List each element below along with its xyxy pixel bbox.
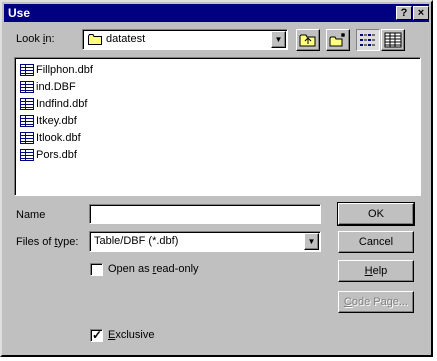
table-file-icon bbox=[20, 98, 34, 111]
file-list[interactable]: Fillphon.dbf ind.DBF Indfind.dbf Itkey.d… bbox=[14, 57, 421, 196]
list-item[interactable]: Indfind.dbf bbox=[20, 96, 87, 112]
table-file-icon bbox=[20, 149, 34, 162]
list-item[interactable]: Itlook.dbf bbox=[20, 130, 81, 146]
list-item[interactable]: Fillphon.dbf bbox=[20, 62, 93, 78]
name-input[interactable] bbox=[89, 204, 321, 224]
list-view-icon bbox=[360, 34, 375, 46]
list-view-button[interactable] bbox=[356, 29, 380, 51]
lookin-value: datatest bbox=[106, 33, 146, 45]
table-file-icon bbox=[20, 132, 34, 145]
close-title-button[interactable]: × bbox=[413, 6, 429, 20]
new-folder-icon bbox=[329, 33, 345, 47]
details-view-icon bbox=[384, 32, 402, 48]
up-folder-icon bbox=[299, 34, 316, 47]
filetype-label: Files of type: bbox=[16, 236, 79, 248]
readonly-checkbox[interactable] bbox=[90, 263, 103, 276]
cancel-button[interactable]: Cancel bbox=[338, 231, 414, 253]
list-item[interactable]: Itkey.dbf bbox=[20, 113, 77, 129]
exclusive-checkbox[interactable] bbox=[90, 328, 103, 342]
lookin-label: Look in: bbox=[16, 33, 55, 45]
new-folder-button[interactable] bbox=[326, 29, 350, 51]
dialog-title: Use bbox=[8, 6, 31, 20]
exclusive-label: Exclusive bbox=[108, 329, 155, 341]
help-title-button[interactable]: ? bbox=[396, 6, 412, 20]
up-folder-button[interactable] bbox=[296, 29, 320, 51]
table-file-icon bbox=[20, 81, 34, 94]
help-button[interactable]: Help bbox=[338, 260, 414, 282]
table-file-icon bbox=[20, 115, 34, 128]
folder-icon bbox=[88, 34, 102, 45]
chevron-down-icon: ▼ bbox=[274, 35, 283, 44]
filetype-value: Table/DBF (*.dbf) bbox=[94, 235, 179, 247]
details-view-button[interactable] bbox=[381, 29, 405, 51]
readonly-label: Open as read-only bbox=[108, 263, 199, 275]
filetype-dropdown-button[interactable]: ▼ bbox=[304, 233, 319, 250]
ok-button[interactable]: OK bbox=[337, 202, 415, 226]
use-dialog: Use ? × Look in: datatest ▼ Fillphon.dbf… bbox=[0, 0, 433, 357]
chevron-down-icon: ▼ bbox=[307, 237, 316, 246]
table-file-icon bbox=[20, 64, 34, 77]
name-label: Name bbox=[16, 209, 46, 221]
filetype-select[interactable]: Table/DBF (*.dbf) ▼ bbox=[89, 231, 321, 252]
list-item[interactable]: Pors.dbf bbox=[20, 147, 77, 163]
lookin-combobox[interactable]: datatest ▼ bbox=[82, 29, 288, 50]
lookin-dropdown-button[interactable]: ▼ bbox=[271, 31, 286, 48]
code-page-button[interactable]: Code Page... bbox=[338, 291, 414, 313]
title-bar[interactable]: Use ? × bbox=[4, 4, 429, 22]
list-item[interactable]: ind.DBF bbox=[20, 79, 76, 95]
